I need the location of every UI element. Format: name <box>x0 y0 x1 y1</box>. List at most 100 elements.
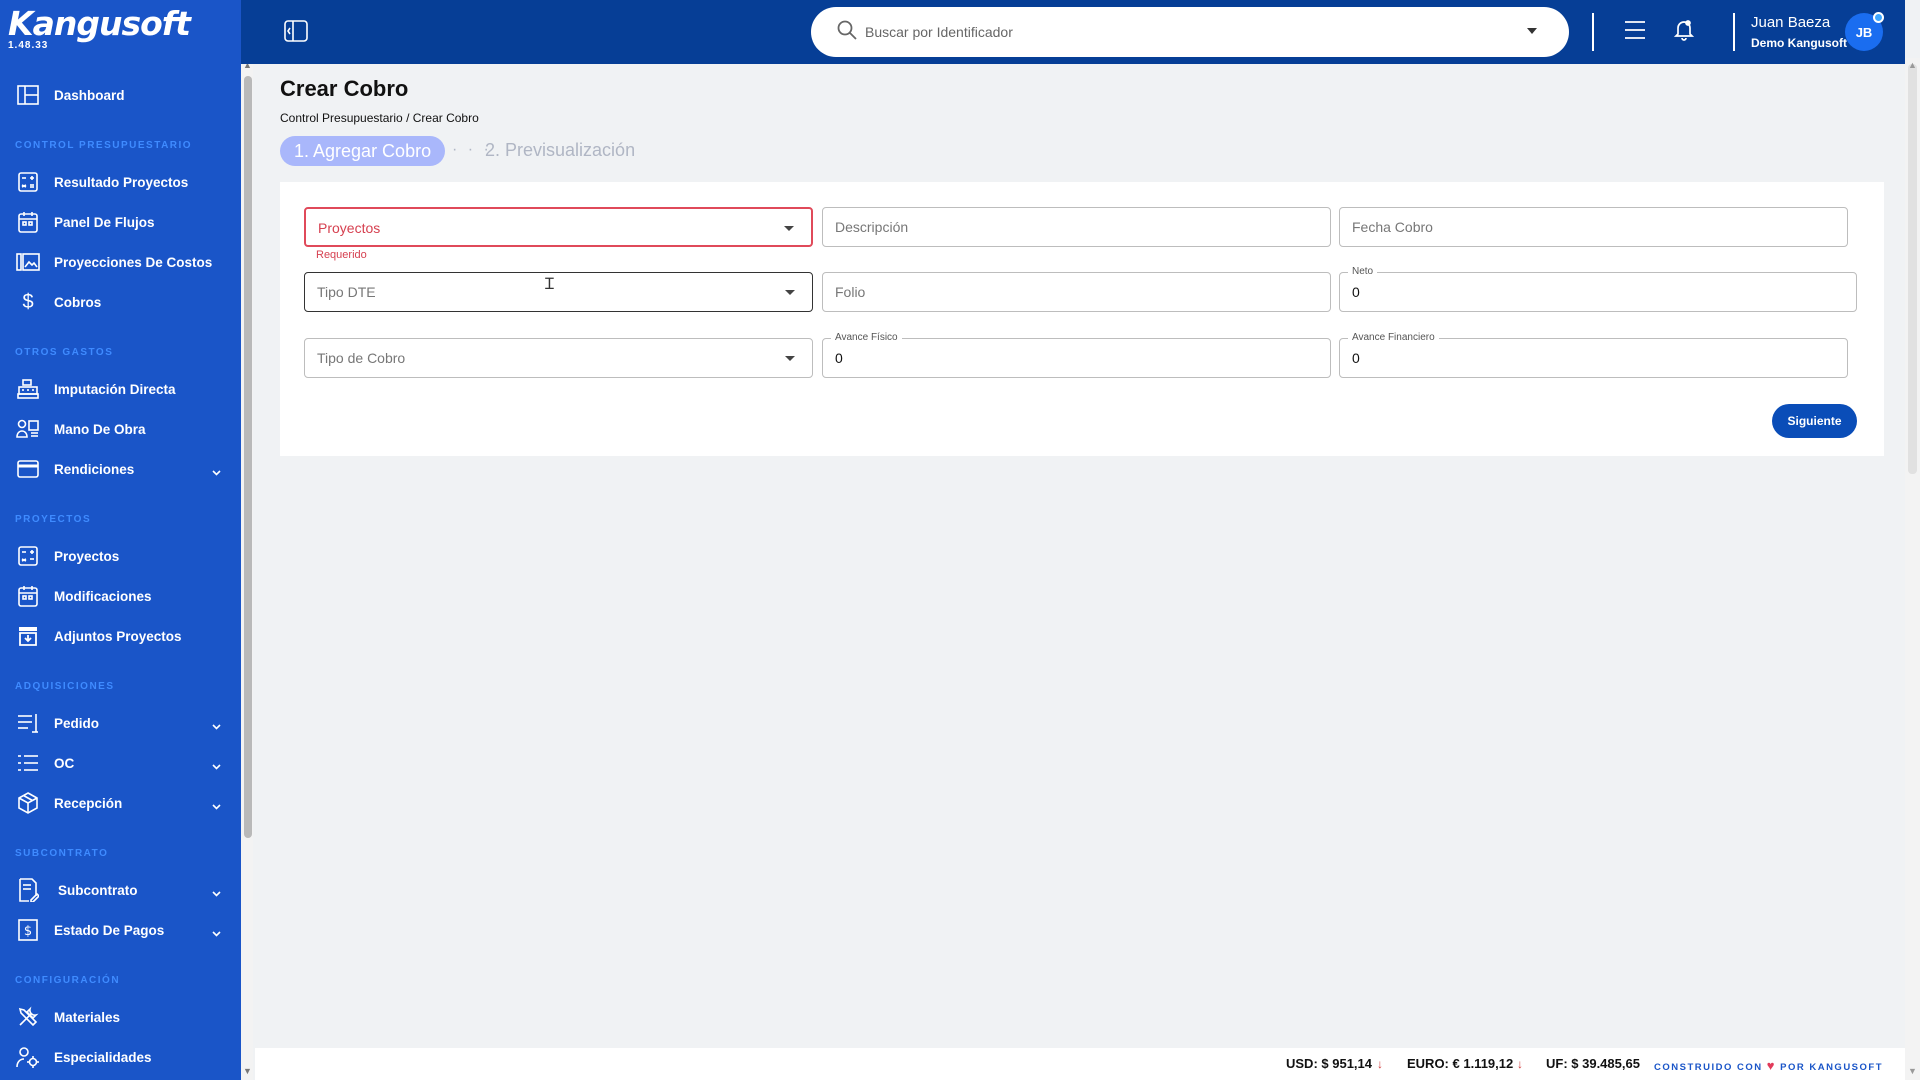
dollar-document-icon: $ <box>16 918 40 942</box>
sidebar-item-label: Subcontrato <box>58 882 138 898</box>
chevron-down-icon <box>212 924 221 942</box>
user-name[interactable]: Juan Baeza <box>1751 14 1830 31</box>
sidebar-item-mano-obra[interactable]: Mano De Obra <box>0 411 241 447</box>
sidebar-item-especialidades[interactable]: Especialidades <box>0 1039 241 1075</box>
chevron-down-icon <box>212 757 221 775</box>
sidebar-item-label: OC <box>54 755 75 771</box>
list-icon <box>16 711 40 735</box>
scroll-down-arrow-icon[interactable]: ▼ <box>243 1066 252 1076</box>
tools-icon <box>16 1005 40 1029</box>
menu-icon[interactable] <box>1624 20 1646 45</box>
archive-icon <box>16 624 40 648</box>
sidebar-item-oc[interactable]: OC <box>0 745 241 781</box>
sidebar-toggle-icon[interactable] <box>284 20 308 47</box>
chevron-down-icon <box>212 797 221 815</box>
gallery-icon <box>16 250 40 274</box>
user-organization: Demo Kangusoft <box>1751 36 1847 50</box>
calendar-icon <box>16 584 40 608</box>
avance-fisico-field[interactable]: Avance Físico 0 <box>822 332 1331 378</box>
avance-fisico-value: 0 <box>835 350 843 366</box>
neto-label: Neto <box>1348 266 1378 277</box>
logo[interactable]: Kangusoft <box>8 4 241 44</box>
tipo-de-cobro-select[interactable]: Tipo de Cobro <box>304 338 813 378</box>
chevron-down-icon <box>212 463 221 481</box>
search-input[interactable]: Buscar por Identificador <box>865 24 1013 40</box>
caret-down-icon <box>785 290 795 295</box>
sidebar-item-materiales[interactable]: Materiales <box>0 999 241 1035</box>
folio-placeholder: Folio <box>835 284 866 300</box>
euro-rate: EURO: € 1.119,12 <box>1407 1056 1514 1071</box>
avance-financiero-field[interactable]: Avance Financiero 0 <box>1339 332 1848 378</box>
sidebar-item-pedido[interactable]: Pedido <box>0 705 241 741</box>
heart-icon: ♥ <box>1766 1058 1776 1073</box>
sidebar-item-proyectos[interactable]: Proyectos <box>0 538 241 574</box>
caret-down-icon[interactable] <box>1527 28 1537 34</box>
folio-field[interactable]: Folio <box>822 272 1331 312</box>
sidebar-item-panel-flujos[interactable]: Panel De Flujos <box>0 204 241 240</box>
scroll-up-arrow-icon[interactable]: ▲ <box>1908 60 1917 70</box>
caret-down-icon <box>785 356 795 361</box>
neto-value: 0 <box>1352 284 1360 300</box>
sidebar-item-label: Recepción <box>54 795 123 811</box>
page-title: Crear Cobro <box>280 76 409 101</box>
usd-rate: USD: $ 951,14 <box>1286 1056 1372 1071</box>
siguiente-button[interactable]: Siguiente <box>1772 404 1857 438</box>
neto-field[interactable]: Neto 0 <box>1339 266 1857 312</box>
arrow-down-icon: ↓ <box>1517 1057 1523 1071</box>
avance-financiero-label: Avance Financiero <box>1348 332 1439 343</box>
sidebar-item-resultado-proyectos[interactable]: Resultado Proyectos <box>0 164 241 200</box>
sidebar-item-proyecciones-costos[interactable]: Proyecciones De Costos <box>0 244 241 280</box>
search-bar[interactable]: Buscar por Identificador <box>811 7 1569 57</box>
tipo-dte-select[interactable]: Tipo DTE <box>304 272 813 312</box>
sidebar-item-label: Rendiciones <box>54 461 135 477</box>
step-2-previsualizacion[interactable]: 2. Previsualización <box>485 140 635 161</box>
sidebar-item-label: Pedido <box>54 715 100 731</box>
dollar-icon: $ <box>22 290 34 313</box>
online-status-dot <box>1873 12 1884 23</box>
sidebar-scrollbar-thumb[interactable] <box>244 76 252 838</box>
step-1-agregar-cobro[interactable]: 1. Agregar Cobro <box>280 136 446 166</box>
descripcion-field[interactable]: Descripción <box>822 207 1331 247</box>
sidebar-item-cobros[interactable]: $ Cobros <box>0 284 241 320</box>
section-adquisiciones: ADQUISICIONES <box>15 681 115 692</box>
sidebar-item-label: Mano De Obra <box>54 421 146 437</box>
sidebar-item-imputacion-directa[interactable]: Imputación Directa <box>0 371 241 407</box>
section-subcontrato: SUBCONTRATO <box>15 848 109 859</box>
sidebar-item-estado-pagos[interactable]: $ Estado De Pagos <box>0 912 241 948</box>
uf-rate: UF: $ 39.485,65 <box>1546 1056 1640 1071</box>
dashboard-icon <box>16 83 40 107</box>
scroll-down-arrow-icon[interactable]: ▼ <box>1908 1066 1917 1076</box>
sidebar-item-label: Adjuntos Proyectos <box>54 628 182 644</box>
breadcrumb[interactable]: Control Presupuestario / Crear Cobro <box>280 111 479 125</box>
logo-area: Kangusoft 1.48.33 <box>0 0 241 64</box>
built-with-credit: CONSTRUIDO CON ♥ POR KANGUSOFT <box>1654 1058 1883 1073</box>
calculator-icon <box>16 170 40 194</box>
arrow-down-icon: ↓ <box>1377 1057 1383 1071</box>
sidebar-item-label: Imputación Directa <box>54 381 176 397</box>
sidebar-item-label: Modificaciones <box>54 588 152 604</box>
credit-card-icon <box>16 457 40 481</box>
sidebar-item-modificaciones[interactable]: Modificaciones <box>0 578 241 614</box>
sidebar-item-adjuntos-proyectos[interactable]: Adjuntos Proyectos <box>0 618 241 654</box>
calendar-icon <box>16 210 40 234</box>
notification-bell-icon[interactable] <box>1673 19 1695 46</box>
page-scrollbar-thumb[interactable] <box>1908 64 1917 474</box>
sidebar-item-label: Especialidades <box>54 1049 152 1065</box>
sidebar-item-label: Resultado Proyectos <box>54 174 189 190</box>
avance-financiero-value: 0 <box>1352 350 1360 366</box>
sidebar-item-label: Materiales <box>54 1009 121 1025</box>
person-gear-icon <box>16 1045 40 1069</box>
sidebar-item-recepcion[interactable]: Recepción <box>0 785 241 821</box>
descripcion-placeholder: Descripción <box>835 219 909 235</box>
cash-register-icon <box>16 377 40 401</box>
section-control: CONTROL PRESUPUESTARIO <box>15 140 193 151</box>
svg-text:$: $ <box>24 924 32 939</box>
fecha-cobro-field[interactable]: Fecha Cobro <box>1339 207 1848 247</box>
sidebar-item-rendiciones[interactable]: Rendiciones <box>0 451 241 487</box>
sidebar-item-dashboard[interactable]: Dashboard <box>0 77 241 113</box>
sidebar-item-label: Estado De Pagos <box>54 922 165 938</box>
built-with-text: CONSTRUIDO CON <box>1654 1062 1763 1073</box>
proyectos-select[interactable]: Proyectos <box>304 207 813 247</box>
text-cursor-icon: Ɪ <box>545 276 554 293</box>
sidebar-item-subcontrato[interactable]: Subcontrato <box>0 872 241 908</box>
